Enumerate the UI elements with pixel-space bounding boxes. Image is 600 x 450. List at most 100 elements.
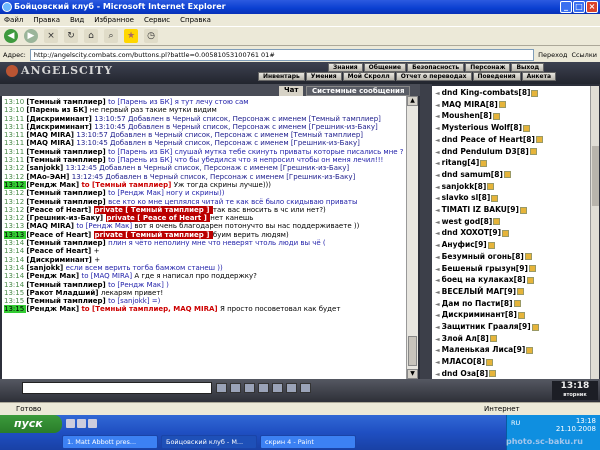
refresh-icon[interactable]: ↻ xyxy=(64,29,78,43)
menu-edit[interactable]: Правка xyxy=(33,14,60,26)
message-time[interactable]: 13:12 xyxy=(4,206,26,214)
user-list-item[interactable]: ◄ dnd Оза[8] xyxy=(435,369,587,379)
info-icon[interactable] xyxy=(523,124,531,132)
private-arrow-icon[interactable]: ◄ xyxy=(435,90,440,97)
message-recipient[interactable]: to [Рендж Мак] xyxy=(108,189,166,197)
private-arrow-icon[interactable]: ◄ xyxy=(435,347,440,354)
user-list-item[interactable]: ◄ Защитник Грааля[9] xyxy=(435,322,587,334)
user-name[interactable]: МЛАСО[8] xyxy=(442,357,485,366)
private-arrow-icon[interactable]: ◄ xyxy=(435,195,440,202)
message-time[interactable]: 13:13 xyxy=(4,222,26,230)
info-icon[interactable] xyxy=(526,276,534,284)
maximize-button[interactable]: □ xyxy=(573,1,585,13)
message-author[interactable]: [Дискриминант] xyxy=(26,115,94,123)
tab-system-messages[interactable]: Системные сообщения xyxy=(306,86,411,96)
user-list-item[interactable]: ◄ Дискриминант[8] xyxy=(435,310,587,322)
message-recipient[interactable]: to [Парень из БК] я тут лечу стою сам xyxy=(108,98,248,106)
message-time[interactable]: 13:11 xyxy=(4,131,26,139)
message-author[interactable]: [Темный тамплиер] xyxy=(26,297,108,305)
message-recipient[interactable]: to [Парень из БК] что бы убедился что я … xyxy=(108,156,383,164)
private-arrow-icon[interactable]: ◄ xyxy=(435,113,440,120)
search-icon[interactable]: ⌕ xyxy=(104,29,118,43)
message-time[interactable]: 13:11 xyxy=(4,139,26,147)
message-time[interactable]: 13:14 xyxy=(4,247,26,255)
user-name[interactable]: Mysterious Wolf[8] xyxy=(442,123,522,132)
nav-skills[interactable]: Умения xyxy=(305,72,342,81)
message-author[interactable]: [Peace of Heart] xyxy=(26,247,93,255)
user-list-item[interactable]: ◄ МЛАСО[8] xyxy=(435,357,587,369)
menu-view[interactable]: Вид xyxy=(70,14,84,26)
menu-file[interactable]: Файл xyxy=(4,14,23,26)
info-icon[interactable] xyxy=(517,311,525,319)
message-recipient[interactable]: to [Парень из БК] слушай мутка тебе скин… xyxy=(108,148,403,156)
quicklaunch-icon[interactable] xyxy=(77,419,86,428)
message-author[interactable]: [MAo-ЭАН] xyxy=(26,173,71,181)
private-arrow-icon[interactable]: ◄ xyxy=(435,219,440,226)
user-name[interactable]: dnd samum[8] xyxy=(442,170,503,179)
private-arrow-icon[interactable]: ◄ xyxy=(435,149,440,156)
message-time[interactable]: 13:11 xyxy=(4,156,26,164)
message-author[interactable]: [Темный тамплиер] xyxy=(26,239,108,247)
user-name[interactable]: ritang[4] xyxy=(442,158,480,167)
private-arrow-icon[interactable]: ◄ xyxy=(435,254,440,261)
nav-profile[interactable]: Анкета xyxy=(521,72,557,81)
user-name[interactable]: dnd King-combats[8] xyxy=(442,88,531,97)
close-button[interactable]: × xyxy=(586,1,598,13)
private-arrow-icon[interactable]: ◄ xyxy=(435,359,440,366)
message-author[interactable]: [Темный тамплиер] xyxy=(26,281,108,289)
user-list-item[interactable]: ◄ dnd King-combats[8] xyxy=(435,88,587,100)
message-time[interactable]: 13:14 xyxy=(4,256,26,264)
user-name[interactable]: боец на кулаках[8] xyxy=(442,275,526,284)
message-recipient[interactable]: to [Темный тамплиер] xyxy=(81,181,173,189)
info-icon[interactable] xyxy=(491,194,499,202)
address-input[interactable]: http://angelscity.combats.com/buttons.pl… xyxy=(29,48,535,61)
info-icon[interactable] xyxy=(531,89,539,97)
info-icon[interactable] xyxy=(489,370,497,378)
private-arrow-icon[interactable]: ◄ xyxy=(435,102,440,109)
message-time[interactable]: 13:14 xyxy=(4,239,26,247)
message-author[interactable]: [Темный тамплиер] xyxy=(26,156,108,164)
user-list-item[interactable]: ◄ west god[8] xyxy=(435,217,587,229)
message-time[interactable]: 13:14 xyxy=(4,264,26,272)
info-icon[interactable] xyxy=(531,323,539,331)
user-name[interactable]: dnd Peace of Heart[8] xyxy=(442,135,535,144)
user-list-item[interactable]: ◄ Moushen[8] xyxy=(435,111,587,123)
message-author[interactable]: [Дискриминант] xyxy=(26,123,94,131)
message-time[interactable]: 13:14 xyxy=(4,281,26,289)
user-name[interactable]: Защитник Грааля[9] xyxy=(442,322,531,331)
smiles-button[interactable] xyxy=(244,383,255,393)
nav-transfers[interactable]: Отчет о переводах xyxy=(395,72,472,81)
message-time[interactable]: 13:12 xyxy=(4,173,26,181)
private-arrow-icon[interactable]: ◄ xyxy=(435,184,440,191)
nav-inventory[interactable]: Инвентарь xyxy=(258,72,305,81)
message-time[interactable]: 13:12 xyxy=(4,198,26,206)
user-name[interactable]: sanjokk[8] xyxy=(442,182,487,191)
user-name[interactable]: dnd Оза[8] xyxy=(442,369,489,378)
translit-button[interactable] xyxy=(300,383,311,393)
user-list-item[interactable]: ◄ dnd samum[8] xyxy=(435,170,587,182)
message-time[interactable]: 13:11 xyxy=(4,115,26,123)
info-icon[interactable] xyxy=(480,159,488,167)
message-author[interactable]: [sanjokk] xyxy=(26,164,65,172)
user-name[interactable]: dnd XOXOT[9] xyxy=(442,228,501,237)
user-name[interactable]: MAQ MIRA[8] xyxy=(442,100,498,109)
info-icon[interactable] xyxy=(535,136,543,144)
user-list-item[interactable]: ◄ dnd Pendulum D3[8] xyxy=(435,147,587,159)
quicklaunch-icon[interactable] xyxy=(66,419,75,428)
links-label[interactable]: Ссылки xyxy=(571,51,597,59)
user-name[interactable]: Маленькая Лиса[9] xyxy=(442,345,526,354)
user-name[interactable]: Безумный огонь[8] xyxy=(442,252,524,261)
private-arrow-icon[interactable]: ◄ xyxy=(435,371,440,378)
nav-exit[interactable]: Выход xyxy=(511,63,545,72)
user-name[interactable]: TIMATI IZ BAKU[9] xyxy=(442,205,519,214)
info-icon[interactable] xyxy=(486,358,494,366)
message-author[interactable]: [MAQ MIRA] xyxy=(26,139,76,147)
user-name[interactable]: west god[8] xyxy=(442,217,493,226)
info-icon[interactable] xyxy=(502,229,510,237)
user-list-item[interactable]: ◄ dnd XOXOT[9] xyxy=(435,228,587,240)
message-author[interactable]: [Темный тамплиер] xyxy=(26,198,108,206)
info-icon[interactable] xyxy=(489,335,497,343)
filter-button[interactable] xyxy=(258,383,269,393)
message-recipient[interactable]: private [ Темный тамплиер ] xyxy=(93,230,213,239)
info-icon[interactable] xyxy=(528,265,536,273)
